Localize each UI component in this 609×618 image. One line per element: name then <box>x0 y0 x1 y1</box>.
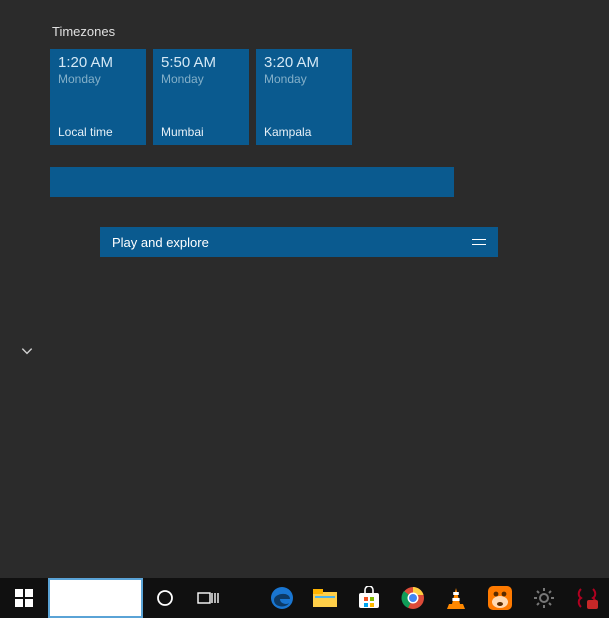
cortana-icon <box>155 588 175 608</box>
play-bar-label: Play and explore <box>112 235 209 250</box>
cortana-button[interactable] <box>143 578 187 618</box>
edge-button[interactable] <box>260 578 304 618</box>
timezone-tile-mumbai[interactable]: 5:50 AM Monday Mumbai <box>153 49 249 145</box>
task-view-icon <box>197 590 219 606</box>
settings-gear-button[interactable] <box>522 578 566 618</box>
timezone-tile-local[interactable]: 1:20 AM Monday Local time <box>50 49 146 145</box>
tile-label: Mumbai <box>161 125 241 139</box>
tile-day: Monday <box>161 72 241 86</box>
file-explorer-button[interactable] <box>304 578 348 618</box>
chrome-button[interactable] <box>391 578 435 618</box>
drag-handle-icon[interactable] <box>472 239 486 245</box>
tile-time: 3:20 AM <box>264 55 344 72</box>
timezone-tile-kampala[interactable]: 3:20 AM Monday Kampala <box>256 49 352 145</box>
file-explorer-icon <box>312 587 338 609</box>
chevron-down-icon[interactable] <box>20 344 34 358</box>
taskbar-spacer <box>230 578 260 618</box>
search-input[interactable] <box>48 578 143 618</box>
settings-gear-icon <box>533 587 555 609</box>
tile-time: 5:50 AM <box>161 55 241 72</box>
chrome-icon <box>401 586 425 610</box>
tile-day: Monday <box>58 72 138 86</box>
tile-day: Monday <box>264 72 344 86</box>
store-icon <box>357 586 381 610</box>
notification-icon <box>575 586 599 610</box>
uc-browser-icon <box>487 585 513 611</box>
tile-label: Kampala <box>264 125 344 139</box>
start-icon <box>15 589 33 607</box>
vlc-icon <box>445 586 467 610</box>
edge-icon <box>269 585 295 611</box>
uc-browser-button[interactable] <box>478 578 522 618</box>
vlc-button[interactable] <box>434 578 478 618</box>
store-button[interactable] <box>347 578 391 618</box>
tile-time: 1:20 AM <box>58 55 138 72</box>
tile-label: Local time <box>58 125 138 139</box>
play-and-explore-bar[interactable]: Play and explore <box>100 227 498 257</box>
group-title[interactable]: Timezones <box>50 24 609 39</box>
start-button[interactable] <box>0 578 48 618</box>
task-view-button[interactable] <box>187 578 231 618</box>
tray-app-button[interactable] <box>565 578 609 618</box>
wide-tile-placeholder[interactable] <box>50 167 454 197</box>
start-panel: Timezones 1:20 AM Monday Local time 5:50… <box>0 0 609 578</box>
taskbar <box>0 578 609 618</box>
timezone-tile-row: 1:20 AM Monday Local time 5:50 AM Monday… <box>50 49 609 145</box>
